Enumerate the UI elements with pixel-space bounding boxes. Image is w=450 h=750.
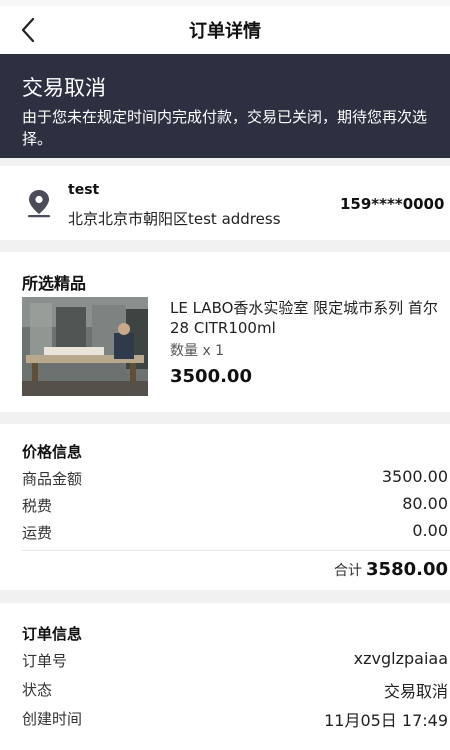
- created-time-value: 11月05日 17:49: [324, 711, 448, 730]
- banner-message: 由于您未在规定时间内完成付款，交易已关闭，期待您再次选择。: [22, 108, 428, 148]
- price-divider: [22, 550, 450, 551]
- order-number-value[interactable]: xzvglzpaiaa: [354, 649, 448, 668]
- total-row: 合计 3580.00: [334, 559, 448, 580]
- product-image[interactable]: [22, 297, 148, 396]
- goods-section-title: 所选精品: [22, 274, 87, 293]
- location-pin-icon: [28, 190, 50, 218]
- product-quantity: 数量 x 1: [170, 343, 225, 359]
- price-section-title: 价格信息: [22, 443, 83, 461]
- recipient-name: test: [68, 182, 100, 198]
- shipping-value: 0.00: [412, 521, 448, 540]
- page-title: 订单详情: [189, 21, 261, 42]
- product-price: 3500.00: [170, 366, 252, 387]
- order-status-value: 交易取消: [383, 682, 448, 701]
- tax-label: 税费: [22, 497, 53, 515]
- total-label: 合计: [334, 563, 363, 579]
- tax-value: 80.00: [402, 494, 448, 513]
- product-photo: [22, 297, 148, 396]
- order-section-title: 订单信息: [22, 625, 83, 643]
- total-value: 3580.00: [366, 559, 448, 580]
- order-status-label: 状态: [22, 681, 53, 699]
- created-time-label: 创建时间: [22, 710, 83, 728]
- status-bar: [0, 0, 450, 6]
- order-number-label: 订单号: [22, 652, 68, 670]
- goods-amount-value: 3500.00: [381, 467, 448, 486]
- goods-amount-label: 商品金额: [22, 470, 83, 488]
- recipient-address: 北京北京市朝阳区test address: [68, 210, 281, 228]
- top-bar: 订单详情: [0, 0, 450, 54]
- banner-title: 交易取消: [22, 76, 106, 100]
- shipping-label: 运费: [22, 524, 53, 542]
- status-banner: 交易取消 由于您未在规定时间内完成付款，交易已关闭，期待您再次选择。: [0, 54, 450, 158]
- product-name[interactable]: LE LABO香水实验室 限定城市系列 首尔28 CITR100ml: [170, 298, 445, 338]
- recipient-phone: 159****0000: [340, 195, 445, 213]
